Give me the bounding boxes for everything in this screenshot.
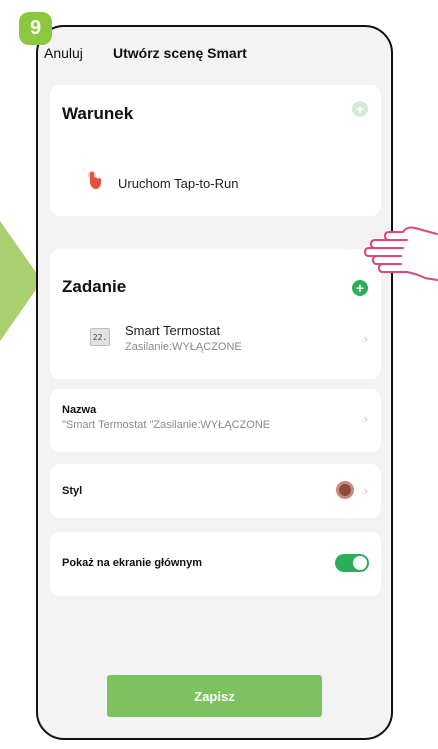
name-label: Nazwa bbox=[62, 404, 97, 416]
toggle-knob bbox=[353, 556, 367, 570]
condition-item-label[interactable]: Uruchom Tap-to-Run bbox=[118, 176, 238, 191]
add-task-icon[interactable]: + bbox=[352, 280, 368, 296]
condition-card: Warunek + Uruchom Tap-to-Run bbox=[50, 85, 381, 216]
top-bar: Anuluj Utwórz scenę Smart bbox=[38, 27, 391, 77]
device-status: Zasilanie:WYŁĄCZONE bbox=[125, 341, 242, 353]
show-on-home-label: Pokaż na ekranie głównym bbox=[62, 557, 202, 569]
name-row[interactable]: Nazwa "Smart Termostat "Zasilanie:WYŁĄCZ… bbox=[50, 389, 381, 452]
phone-screen: Anuluj Utwórz scenę Smart Warunek + Uruc… bbox=[36, 25, 393, 740]
chevron-right-icon[interactable]: › bbox=[364, 331, 368, 346]
pointing-hand-icon bbox=[364, 226, 438, 281]
show-on-home-row: Pokaż na ekranie głównym bbox=[50, 532, 381, 596]
style-row[interactable]: Styl › bbox=[50, 464, 381, 518]
cancel-button[interactable]: Anuluj bbox=[44, 45, 83, 61]
task-card: Zadanie + 22. Smart Termostat Zasilanie:… bbox=[50, 249, 381, 379]
show-on-home-toggle[interactable] bbox=[335, 554, 369, 572]
chevron-right-icon[interactable]: › bbox=[364, 411, 368, 426]
add-condition-icon[interactable]: + bbox=[352, 101, 368, 117]
device-name[interactable]: Smart Termostat bbox=[125, 323, 220, 338]
step-badge: 9 bbox=[19, 12, 52, 45]
name-value: "Smart Termostat "Zasilanie:WYŁĄCZONE bbox=[62, 419, 271, 431]
page-title: Utwórz scenę Smart bbox=[113, 45, 247, 61]
chevron-right-icon[interactable]: › bbox=[364, 483, 368, 498]
thermostat-icon: 22. bbox=[90, 328, 110, 346]
save-button[interactable]: Zapisz bbox=[107, 675, 322, 717]
task-title: Zadanie bbox=[62, 277, 127, 296]
style-color-icon bbox=[336, 481, 354, 499]
condition-title: Warunek bbox=[62, 104, 134, 123]
tap-hand-icon bbox=[88, 171, 101, 189]
style-label: Styl bbox=[62, 485, 83, 497]
